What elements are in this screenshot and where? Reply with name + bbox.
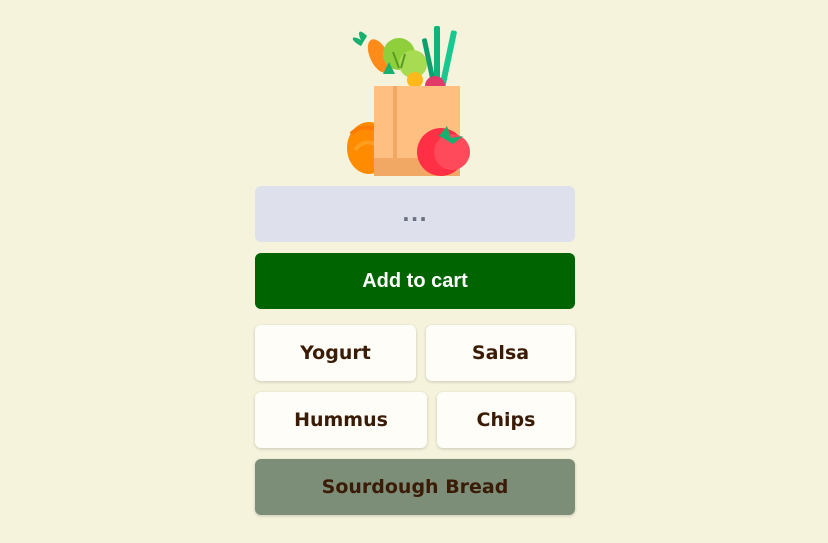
grocery-app: ... Add to cart Yogurt Salsa Hummus Chip… — [255, 20, 575, 515]
item-salsa[interactable]: Salsa — [426, 325, 575, 381]
add-to-cart-button[interactable]: Add to cart — [255, 253, 575, 309]
item-hummus[interactable]: Hummus — [255, 392, 427, 448]
item-chips[interactable]: Chips — [437, 392, 575, 448]
item-yogurt[interactable]: Yogurt — [255, 325, 416, 381]
suggestions-row: Yogurt Salsa — [255, 325, 575, 381]
suggestions-row: Hummus Chips — [255, 392, 575, 448]
search-input[interactable]: ... — [255, 186, 575, 242]
grocery-bag-icon — [347, 26, 470, 176]
item-sourdough-bread-selected[interactable]: Sourdough Bread — [255, 459, 575, 515]
grocery-illustration — [255, 20, 575, 180]
